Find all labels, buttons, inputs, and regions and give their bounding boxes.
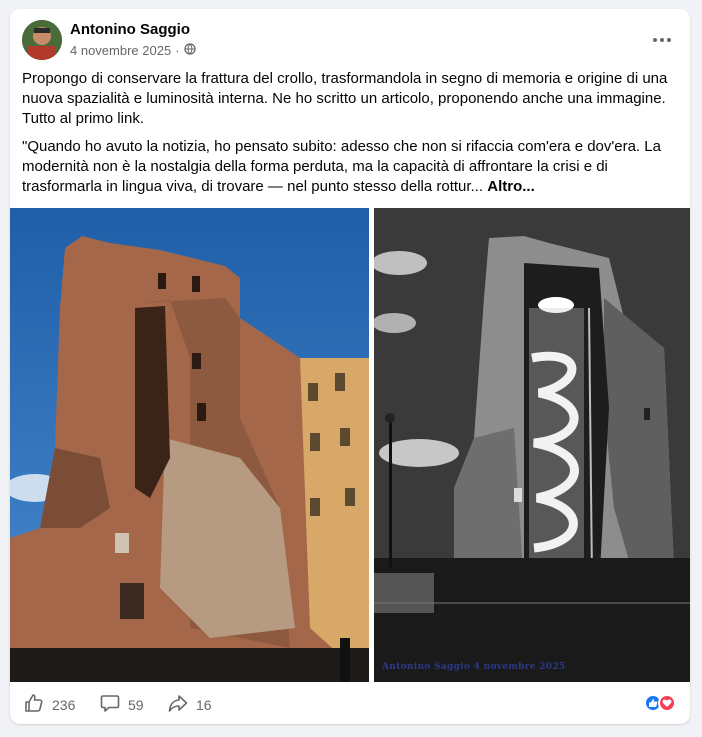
thumbs-up-icon [24, 693, 44, 716]
post-paragraph-2-text: "Quando ho avuto la notizia, ho pensato … [22, 138, 661, 195]
photo-tower-proposal[interactable]: Antonino Saggio 4 novembre 2025 [374, 208, 690, 682]
post-footer: 236 59 16 [10, 682, 690, 724]
comment-button[interactable]: 59 [100, 693, 144, 716]
share-icon [168, 693, 188, 716]
more-horizontal-icon [652, 30, 672, 48]
like-count: 236 [52, 696, 76, 713]
reaction-summary[interactable] [644, 694, 676, 712]
comment-icon [100, 693, 120, 716]
share-count: 16 [196, 696, 212, 713]
see-more-link[interactable]: Altro... [487, 178, 535, 195]
author-name[interactable]: Antonino Saggio [70, 21, 190, 38]
globe-icon [183, 43, 196, 58]
post-text: Propongo di conservare la frattura del c… [22, 69, 680, 205]
post-header: Antonino Saggio 4 novembre 2025 · [10, 9, 690, 71]
image-watermark: Antonino Saggio 4 novembre 2025 [382, 662, 566, 672]
post-meta: 4 novembre 2025 · [70, 43, 196, 58]
avatar[interactable] [22, 20, 62, 60]
photo-tower-before[interactable] [10, 208, 369, 682]
post-paragraph-2: "Quando ho avuto la notizia, ho pensato … [22, 137, 680, 197]
photo-grid: Antonino Saggio 4 novembre 2025 [10, 208, 690, 682]
post-paragraph-1: Propongo di conservare la frattura del c… [22, 70, 668, 127]
share-button[interactable]: 16 [168, 693, 212, 716]
post-date[interactable]: 4 novembre 2025 [70, 43, 171, 58]
post-card: Antonino Saggio 4 novembre 2025 · Propon… [10, 9, 690, 724]
meta-separator: · [175, 43, 180, 58]
like-button[interactable]: 236 [24, 693, 75, 716]
more-options-button[interactable] [648, 27, 676, 51]
love-reaction-icon [658, 694, 676, 712]
comment-count: 59 [128, 696, 144, 713]
